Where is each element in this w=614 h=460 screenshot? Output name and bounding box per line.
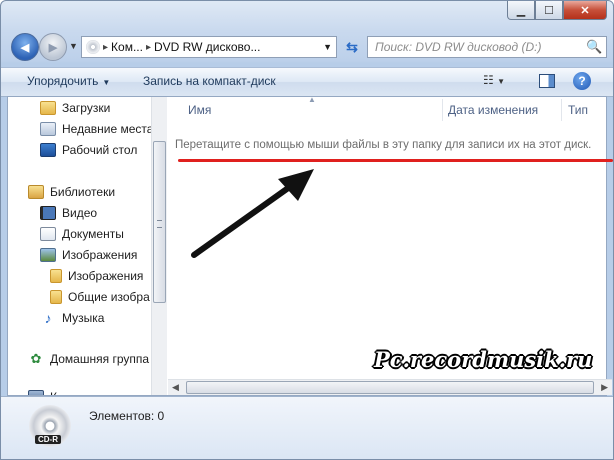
column-divider[interactable] bbox=[442, 99, 443, 121]
item-count: Элементов: 0 bbox=[89, 409, 165, 423]
sidebar-item-images-folder[interactable]: Изображения bbox=[50, 266, 143, 286]
navigation-bar: ◀ ▶ ▼ ▸ Ком... ▸ DVD RW дисково... ▼ ⇆ П… bbox=[7, 31, 607, 65]
sidebar-item-documents[interactable]: Документы bbox=[40, 224, 124, 244]
sidebar-item-label: Музыка bbox=[62, 311, 105, 325]
sidebar-item-label: Домашняя группа bbox=[50, 352, 150, 366]
documents-icon bbox=[40, 227, 56, 241]
organize-label: Упорядочить bbox=[27, 74, 99, 88]
sidebar-item-computer[interactable]: К bbox=[28, 387, 57, 395]
folder-icon bbox=[50, 269, 62, 283]
sidebar-item-label: К bbox=[50, 390, 57, 395]
column-header-date[interactable]: Дата изменения bbox=[448, 103, 538, 117]
sidebar-item-label: Библиотеки bbox=[50, 185, 116, 199]
content-area: Загрузки Недавние места Рабочий стол Биб… bbox=[7, 95, 613, 396]
sidebar-item-libraries[interactable]: Библиотеки bbox=[28, 182, 115, 202]
refresh-icon: ⇆ bbox=[346, 38, 358, 55]
sidebar-item-label: Рабочий стол bbox=[62, 143, 138, 157]
column-header-name[interactable]: Имя bbox=[188, 103, 211, 117]
disc-drive-icon bbox=[86, 40, 100, 54]
sidebar-item-label: Недавние места bbox=[62, 122, 151, 136]
address-dropdown-icon[interactable]: ▼ bbox=[323, 42, 332, 52]
file-list: ▲ Имя Дата изменения Тип Перетащите с по… bbox=[168, 95, 613, 395]
breadcrumb-computer[interactable]: Ком... bbox=[111, 40, 143, 54]
command-toolbar: Упорядочить ▼ Запись на компакт-диск ☷ ▼ … bbox=[1, 67, 613, 97]
sidebar-item-downloads[interactable]: Загрузки bbox=[40, 98, 110, 118]
search-box[interactable]: Поиск: DVD RW дисковод (D:) 🔍 bbox=[367, 36, 607, 58]
minimize-button[interactable]: ▁ bbox=[507, 1, 535, 20]
recent-places-icon bbox=[40, 122, 56, 136]
watermark-text: Pc.recordmusik.ru bbox=[374, 347, 593, 372]
sidebar-item-video[interactable]: Видео bbox=[40, 203, 97, 223]
column-divider[interactable] bbox=[561, 99, 562, 121]
video-icon bbox=[40, 206, 56, 220]
chevron-down-icon: ▼ bbox=[102, 78, 111, 87]
sidebar-item-label: Документы bbox=[62, 227, 124, 241]
sidebar-item-label: Загрузки bbox=[62, 101, 111, 115]
sidebar-item-homegroup[interactable]: ✿ Домашняя группа bbox=[28, 349, 149, 369]
burn-to-disc-button[interactable]: Запись на компакт-диск bbox=[143, 74, 276, 88]
breadcrumb-dvd-drive[interactable]: DVD RW дисково... bbox=[154, 40, 260, 54]
sidebar-item-public-images[interactable]: Общие изобра bbox=[50, 287, 150, 307]
cd-label: CD-R bbox=[35, 435, 61, 444]
sidebar-item-label: Изображения bbox=[68, 269, 144, 283]
details-pane: CD-R Элементов: 0 bbox=[1, 396, 613, 459]
search-icon: 🔍 bbox=[586, 39, 603, 54]
sidebar-item-desktop[interactable]: Рабочий стол bbox=[40, 140, 137, 160]
explorer-window: ▁ ☐ ✕ ◀ ▶ ▼ ▸ Ком... ▸ DVD RW дисково...… bbox=[0, 0, 614, 460]
chevron-down-icon: ▼ bbox=[497, 77, 506, 86]
view-list-icon: ☷ bbox=[483, 73, 494, 87]
folder-icon bbox=[50, 290, 62, 304]
downloads-folder-icon bbox=[40, 101, 56, 115]
close-button[interactable]: ✕ bbox=[563, 1, 607, 20]
sidebar-item-label: Изображения bbox=[62, 248, 138, 262]
breadcrumb-separator-icon[interactable]: ▸ bbox=[103, 42, 108, 53]
help-button[interactable]: ? bbox=[573, 72, 591, 90]
column-header-type[interactable]: Тип bbox=[568, 103, 588, 117]
refresh-button[interactable]: ⇆ bbox=[341, 37, 363, 57]
homegroup-icon: ✿ bbox=[30, 351, 42, 366]
desktop-icon bbox=[40, 143, 56, 157]
empty-folder-message: Перетащите с помощью мыши файлы в эту па… bbox=[175, 139, 592, 151]
navigation-pane-scrollbar[interactable] bbox=[151, 97, 167, 395]
sidebar-item-music[interactable]: ♪ Музыка bbox=[40, 308, 105, 328]
music-icon: ♪ bbox=[44, 310, 52, 326]
sidebar-item-label: Общие изобра bbox=[68, 290, 150, 304]
organize-button[interactable]: Упорядочить ▼ bbox=[27, 74, 110, 88]
window-controls: ▁ ☐ ✕ bbox=[507, 1, 607, 20]
search-input[interactable]: Поиск: DVD RW дисковод (D:) bbox=[368, 40, 586, 54]
navigation-pane: Загрузки Недавние места Рабочий стол Биб… bbox=[8, 97, 151, 395]
change-view-button[interactable]: ☷ ▼ bbox=[483, 73, 505, 87]
recent-pages-dropdown-icon[interactable]: ▼ bbox=[69, 41, 78, 51]
forward-button[interactable]: ▶ bbox=[39, 33, 67, 61]
sidebar-item-recent-places[interactable]: Недавние места bbox=[40, 119, 151, 139]
sidebar-item-images[interactable]: Изображения bbox=[40, 245, 137, 265]
address-bar[interactable]: ▸ Ком... ▸ DVD RW дисково... ▼ bbox=[81, 36, 337, 58]
scroll-left-icon[interactable]: ◀ bbox=[172, 382, 179, 393]
sort-indicator-icon: ▲ bbox=[308, 95, 316, 104]
breadcrumb-separator-icon[interactable]: ▸ bbox=[146, 42, 151, 53]
sidebar-item-label: Видео bbox=[62, 206, 98, 220]
computer-icon bbox=[28, 390, 44, 395]
annotation-arrow-icon bbox=[191, 169, 314, 258]
libraries-icon bbox=[28, 185, 44, 199]
scroll-right-icon[interactable]: ▶ bbox=[601, 382, 608, 393]
preview-pane-icon[interactable] bbox=[539, 74, 555, 88]
back-arrow-icon: ◀ bbox=[20, 41, 30, 54]
scrollbar-thumb[interactable] bbox=[153, 141, 166, 303]
grip-icon bbox=[157, 220, 162, 228]
forward-arrow-icon: ▶ bbox=[48, 41, 58, 54]
images-icon bbox=[40, 248, 56, 262]
back-button[interactable]: ◀ bbox=[11, 33, 39, 61]
horizontal-scrollbar[interactable]: ◀ ▶ bbox=[168, 379, 612, 395]
scrollbar-thumb[interactable] bbox=[186, 381, 594, 394]
maximize-button[interactable]: ☐ bbox=[535, 1, 563, 20]
